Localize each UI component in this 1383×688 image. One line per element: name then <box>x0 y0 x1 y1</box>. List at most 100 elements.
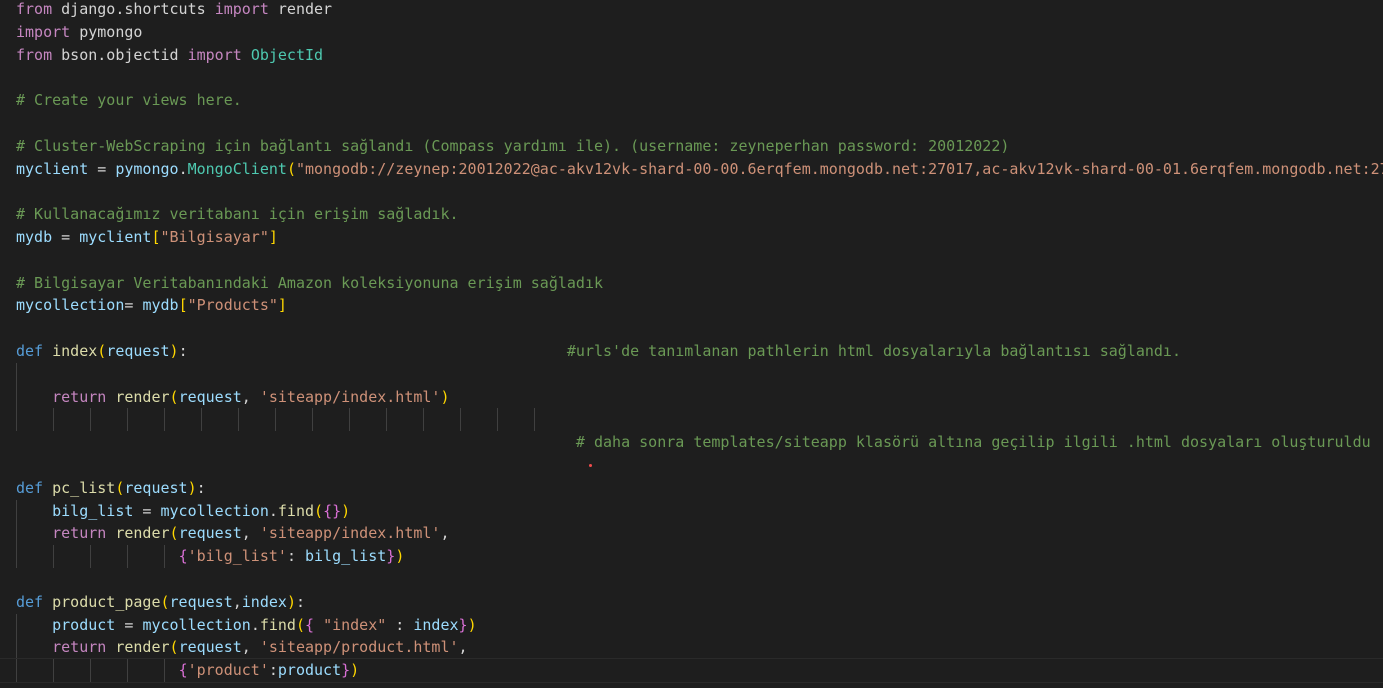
code-token: return <box>52 387 107 406</box>
code-token: , <box>241 387 260 406</box>
code-token: bson.objectid <box>52 45 188 64</box>
code-token: ( <box>169 638 179 657</box>
code-token: index <box>413 615 459 634</box>
code-line[interactable]: return render(request, 'siteapp/index.ht… <box>16 385 1383 409</box>
code-token: render <box>268 0 333 18</box>
code-token: product <box>277 661 342 680</box>
code-editor[interactable]: from django.shortcuts import render impor… <box>0 0 1383 688</box>
indent-guide <box>201 408 202 432</box>
code-token: # Kullanacağımız veritabanı için erişim … <box>16 205 459 224</box>
code-token: ) <box>187 478 197 497</box>
code-token: myclient <box>79 227 152 246</box>
indent-guide <box>16 408 17 432</box>
code-token: : <box>386 615 414 634</box>
code-token: request <box>169 592 233 611</box>
code-line[interactable] <box>16 249 1383 272</box>
code-token: from <box>16 45 53 64</box>
code-line[interactable] <box>16 317 1383 340</box>
code-line[interactable]: # Kullanacağımız veritabanı için erişim … <box>16 203 1383 226</box>
code-token: import <box>16 22 71 41</box>
indent-guide <box>16 545 17 568</box>
code-lines[interactable]: from django.shortcuts import render impor… <box>0 0 1383 683</box>
code-token: , <box>440 524 450 543</box>
code-token: # Cluster-WebScraping için bağlantı sağl… <box>16 136 1010 155</box>
code-token: "mongodb://zeynep:20012022@ac-akv12vk-sh… <box>295 159 1383 178</box>
code-line[interactable]: mydb = myclient["Bilgisayar"] <box>16 226 1383 249</box>
indent-guide <box>53 545 54 568</box>
code-token: # Create your views here. <box>16 91 242 110</box>
code-token: import <box>214 0 269 18</box>
code-line[interactable]: # Cluster-WebScraping için bağlantı sağl… <box>16 135 1383 158</box>
code-line[interactable] <box>16 362 1383 386</box>
code-token: 'siteapp/product.html' <box>259 638 459 657</box>
code-line[interactable]: myclient = pymongo.MongoClient("mongodb:… <box>16 158 1383 181</box>
code-line[interactable] <box>16 454 1383 477</box>
code-token: ) <box>395 547 405 566</box>
code-line[interactable]: # daha sonra templates/siteapp klasörü a… <box>16 431 1383 454</box>
code-token: from <box>16 0 53 18</box>
code-token: = <box>133 501 161 520</box>
code-line[interactable] <box>16 66 1383 89</box>
indent-guide <box>127 659 128 682</box>
code-token: . <box>178 159 188 178</box>
code-line[interactable]: def pc_list(request): <box>16 477 1383 500</box>
code-token: 'siteapp/index.html' <box>259 524 441 543</box>
code-token: { <box>178 547 188 566</box>
code-line[interactable] <box>16 112 1383 135</box>
code-line[interactable]: {'bilg_list': bilg_list}) <box>16 545 1383 568</box>
code-token: ( <box>286 159 296 178</box>
code-token: mycollection <box>16 296 125 315</box>
error-marker <box>589 464 592 467</box>
indent-guide <box>164 545 165 568</box>
code-token: {} <box>323 501 342 520</box>
code-line[interactable]: from django.shortcuts import render <box>16 0 1383 21</box>
code-line[interactable] <box>16 180 1383 203</box>
code-line[interactable]: {'product':product}) <box>0 658 1383 683</box>
code-token: request <box>178 387 242 406</box>
indent-guide <box>164 659 165 682</box>
indent-guide <box>16 385 17 409</box>
code-token: , <box>232 592 242 611</box>
code-line[interactable]: mycollection= mydb["Products"] <box>16 294 1383 317</box>
code-token: product <box>52 615 116 634</box>
code-token: 'product' <box>187 661 269 680</box>
code-token: ObjectId <box>250 45 324 64</box>
code-token: render <box>115 387 170 406</box>
indent-guide <box>16 362 17 386</box>
code-token: , <box>241 524 260 543</box>
code-line[interactable]: # Bilgisayar Veritabanındaki Amazon kole… <box>16 272 1383 295</box>
code-line[interactable] <box>16 568 1383 591</box>
code-line[interactable]: return render(request, 'siteapp/index.ht… <box>16 522 1383 546</box>
code-line[interactable]: def product_page(request,index): <box>16 591 1383 614</box>
code-line[interactable] <box>16 408 1383 432</box>
indent-guide <box>90 659 91 682</box>
code-line[interactable]: return render(request, 'siteapp/product.… <box>16 636 1383 660</box>
code-token: bilg_list <box>52 501 134 520</box>
code-token: 'siteapp/index.html' <box>259 387 441 406</box>
code-line[interactable]: from bson.objectid import ObjectId <box>16 44 1383 67</box>
code-token: . <box>268 501 278 520</box>
code-token: : <box>286 547 305 566</box>
code-line[interactable]: bilg_list = mycollection.find({}) <box>16 499 1383 523</box>
code-line[interactable]: # Create your views here. <box>16 89 1383 112</box>
code-token: 'bilg_list' <box>187 547 287 566</box>
code-line[interactable]: import pymongo <box>16 21 1383 44</box>
indent-guide <box>16 522 17 546</box>
indent-guide <box>164 408 165 432</box>
indent-guide <box>460 408 461 432</box>
code-token: request <box>106 341 170 360</box>
code-line[interactable]: def index(request): #urls'de tanımlanan … <box>16 340 1383 363</box>
code-line[interactable]: product = mycollection.find({ "index" : … <box>16 613 1383 637</box>
